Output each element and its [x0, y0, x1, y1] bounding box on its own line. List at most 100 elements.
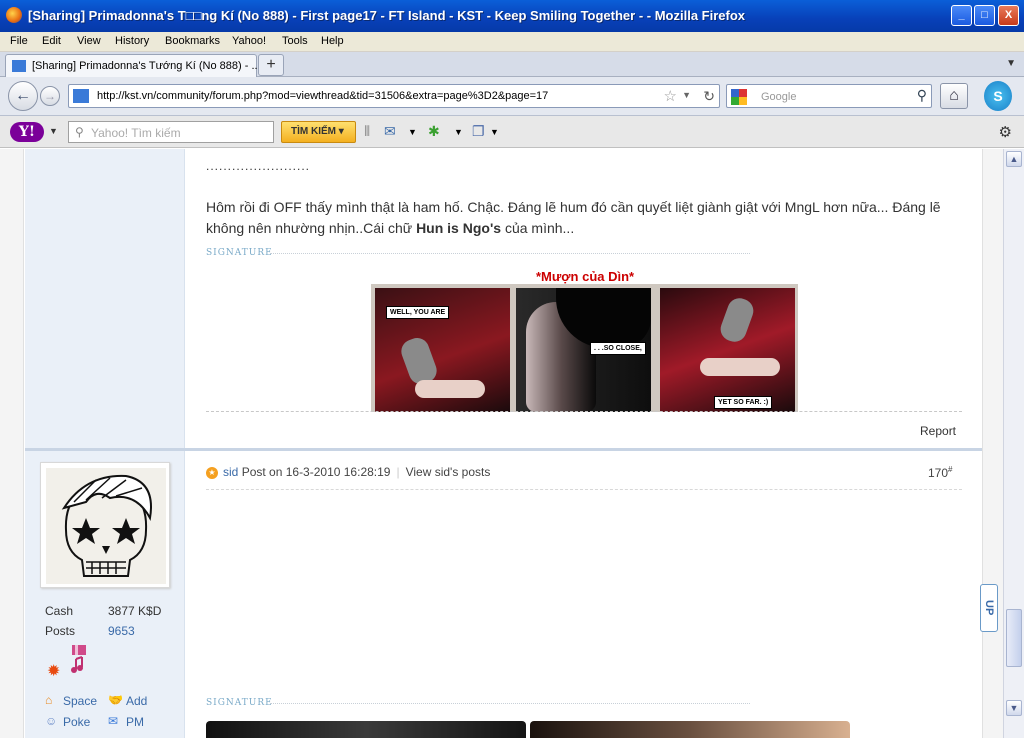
yahoo-logo[interactable]: Y! [10, 122, 44, 142]
navigation-bar: ← → http://kst.vn/community/forum.php?mo… [0, 77, 1024, 116]
signature-divider [270, 703, 750, 704]
stat-label: Posts [45, 624, 76, 638]
signature-label: SIGNATURE [206, 248, 273, 258]
tab-active[interactable]: [Sharing] Primadonna's Tướng Kí (No 888)… [5, 54, 261, 77]
google-icon[interactable] [731, 89, 747, 105]
signature-credit: *Mượn của Dìn* [536, 269, 635, 284]
close-button[interactable]: X [998, 5, 1019, 26]
back-to-top-button[interactable]: UP [980, 584, 998, 632]
menu-yahoo[interactable]: Yahoo! [232, 35, 266, 47]
stat-value[interactable]: 9653 [108, 624, 135, 638]
home-icon[interactable]: ⌂ [45, 693, 52, 707]
post-sidebar-previous [25, 149, 185, 449]
post-number-sign: # [948, 465, 953, 474]
signature-image-1 [206, 721, 526, 738]
post-divider [206, 411, 962, 412]
menu-help[interactable]: Help [321, 35, 344, 47]
signature-divider [270, 253, 750, 254]
right-page-border [982, 149, 1003, 738]
new-tab-button[interactable]: + [258, 54, 284, 76]
search-icon[interactable]: ⚲ [917, 87, 927, 104]
mail-icon[interactable]: ✉ [384, 123, 396, 140]
scroll-down-icon[interactable]: ▼ [1006, 700, 1022, 716]
hand-shape [700, 358, 780, 376]
search-placeholder: Google [761, 91, 797, 103]
sun-medal-icon[interactable]: ✹ [47, 661, 60, 681]
tab-list-icon[interactable]: ▼ [1006, 58, 1016, 69]
signature-comic-image: WELL, YOU ARE . . .SO CLOSE, YET SO FAR.… [371, 284, 798, 412]
yahoo-search-input[interactable]: ⚲ Yahoo! Tìm kiếm [68, 121, 274, 143]
home-button[interactable]: ⌂ [940, 83, 968, 109]
menu-bar: File Edit View History Bookmarks Yahoo! … [0, 32, 1024, 52]
comic-panel-2: . . .SO CLOSE, [516, 288, 651, 412]
mail-icon[interactable]: ✉ [108, 714, 118, 728]
forward-button[interactable]: → [40, 86, 60, 106]
comic-bubble: . . .SO CLOSE, [590, 342, 646, 355]
avatar[interactable] [46, 468, 166, 584]
menu-tools[interactable]: Tools [282, 35, 308, 47]
window-titlebar: [Sharing] Primadonna's T□□ng Kí (No 888)… [0, 0, 1024, 32]
post-date: Post on 16-3-2010 16:28:19 [241, 465, 391, 479]
post-number[interactable]: 170# [928, 465, 952, 480]
author-link[interactable]: sid [223, 465, 238, 479]
mail-dropdown-icon[interactable]: ▼ [408, 127, 417, 137]
tab-label: [Sharing] Primadonna's Tướng Kí (No 888)… [32, 60, 261, 72]
post-divider [206, 489, 962, 490]
poke-icon[interactable]: ☺ [45, 714, 57, 728]
google-search-box[interactable]: Google ⚲ [726, 84, 932, 108]
music-medal-icon[interactable] [70, 645, 88, 675]
yahoo-menu-arrow-icon[interactable]: ▼ [49, 126, 58, 136]
signature-image-2 [530, 721, 850, 738]
gear-icon[interactable]: ⚙ [999, 123, 1012, 141]
report-link[interactable]: Report [920, 424, 956, 438]
messenger-icon[interactable]: ✱ [428, 123, 440, 140]
post-number-value: 170 [928, 466, 949, 480]
page-content: ........................ Hôm rồi đi OFF … [0, 149, 1003, 738]
space-link[interactable]: Space [63, 694, 97, 708]
view-posts-link[interactable]: View sid's posts [406, 465, 491, 479]
url-dropdown-icon[interactable]: ▼ [682, 90, 691, 100]
menu-bookmarks[interactable]: Bookmarks [165, 35, 220, 47]
vertical-scrollbar[interactable]: ▲ ▼ [1003, 149, 1024, 738]
pages-dropdown-icon[interactable]: ▼ [490, 127, 499, 137]
menu-view[interactable]: View [77, 35, 101, 47]
left-page-border [0, 149, 24, 738]
menu-file[interactable]: File [10, 35, 28, 47]
hand-shape [415, 380, 485, 398]
search-icon: ⚲ [75, 125, 84, 139]
comic-bubble: WELL, YOU ARE [386, 306, 450, 319]
skull-avatar-icon [61, 474, 152, 577]
pm-link[interactable]: PM [126, 715, 144, 729]
post-text-part: của mình... [501, 220, 575, 236]
url-text: http://kst.vn/community/forum.php?mod=vi… [97, 90, 549, 102]
scroll-thumb[interactable] [1006, 609, 1022, 667]
pages-icon[interactable]: ❐ [472, 123, 485, 140]
handshake-icon[interactable]: 🤝 [108, 693, 123, 707]
menu-history[interactable]: History [115, 35, 149, 47]
maximize-button[interactable]: □ [974, 5, 995, 26]
guitar-shape [717, 294, 757, 346]
yahoo-search-button[interactable]: TÌM KIẾM ▾ [281, 121, 356, 143]
site-favicon-icon [12, 60, 26, 72]
url-bar[interactable]: http://kst.vn/community/forum.php?mod=vi… [68, 84, 720, 108]
minimize-button[interactable]: _ [951, 5, 972, 26]
reload-icon[interactable]: ↻ [703, 88, 715, 105]
add-friend-link[interactable]: Add [126, 694, 147, 708]
messenger-dropdown-icon[interactable]: ▼ [454, 127, 463, 137]
meta-separator: | [396, 465, 400, 479]
scroll-up-icon[interactable]: ▲ [1006, 151, 1022, 167]
firefox-icon [6, 7, 22, 23]
online-star-icon: ★ [206, 467, 218, 479]
site-identity-icon [73, 89, 89, 103]
back-button[interactable]: ← [8, 81, 38, 111]
comic-bubble: YET SO FAR. :) [714, 396, 773, 409]
stat-value: 3877 K$D [108, 604, 162, 618]
skype-icon[interactable]: S [984, 81, 1012, 111]
post-dots: ........................ [206, 159, 311, 173]
post-meta: sid Post on 16-3-2010 16:28:19 | View sid'… [223, 465, 490, 479]
yahoo-toolbar: Y! ▼ ⚲ Yahoo! Tìm kiếm TÌM KIẾM ▾ ⦀ ✉ ▼ … [0, 116, 1024, 148]
post-body-text: Hôm rồi đi OFF thấy mình thật là ham hố.… [206, 197, 946, 239]
poke-link[interactable]: Poke [63, 715, 90, 729]
bookmark-star-icon[interactable]: ☆ [664, 87, 677, 105]
menu-edit[interactable]: Edit [42, 35, 61, 47]
